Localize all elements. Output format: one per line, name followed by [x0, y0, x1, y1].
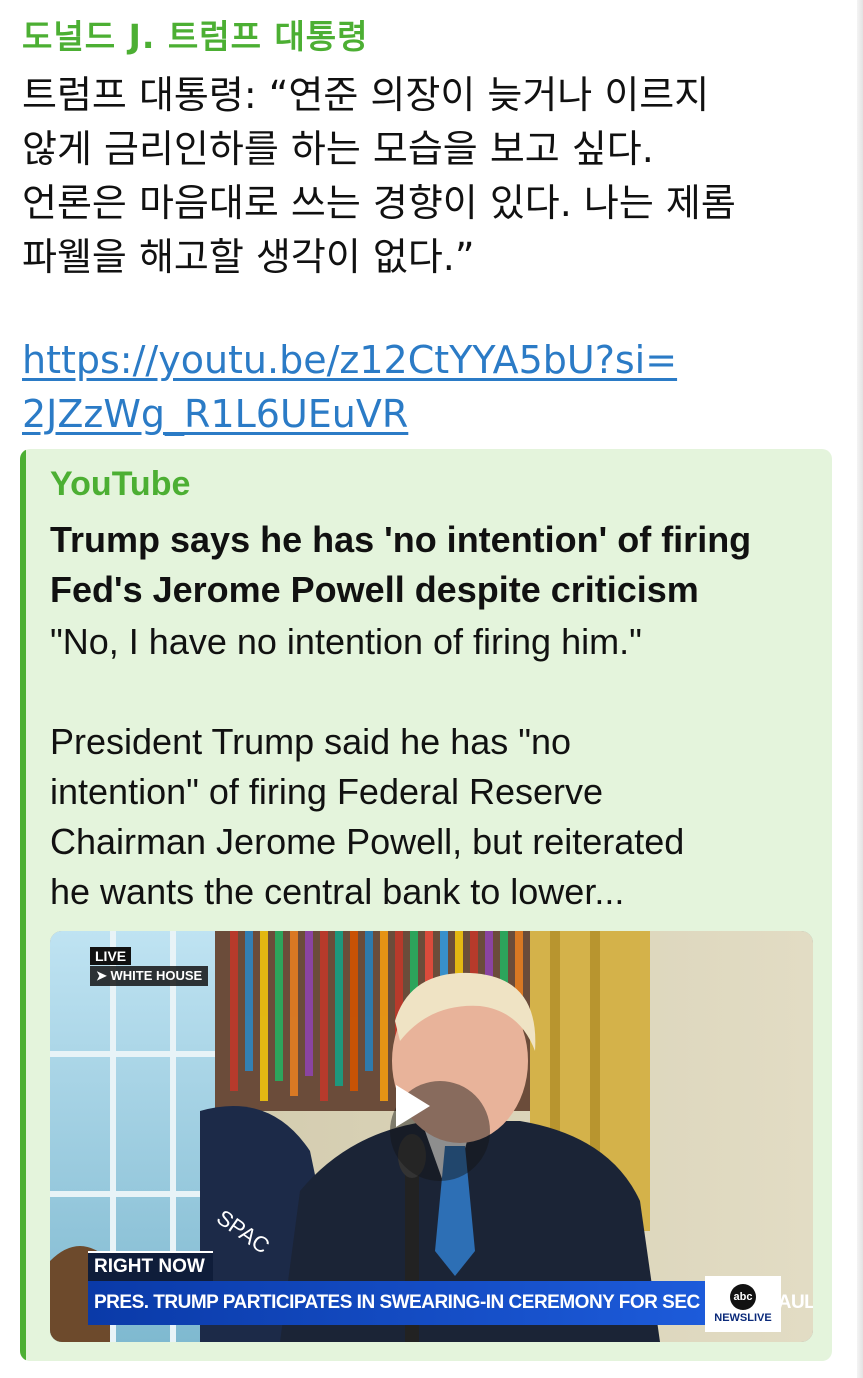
- preview-description: "No, I have no intention of firing him."…: [50, 617, 810, 917]
- abc-logo: abc: [730, 1284, 756, 1310]
- play-button[interactable]: [390, 1081, 490, 1181]
- video-thumbnail[interactable]: SPAC LIVE ➤ WHITE HOUSE RIGHT NOW PRES. …: [50, 931, 813, 1342]
- message-line: 파웰을 해고할 생각이 없다.”: [22, 235, 475, 279]
- message-line: 트럼프 대통령: “연준 의장이 늦거나 이르지: [22, 73, 710, 117]
- network-name: NEWSLIVE: [714, 1312, 772, 1324]
- preview-desc-line: Chairman Jerome Powell, but reiterated: [50, 821, 685, 862]
- link-line[interactable]: 2JZzWg_R1L6UEuVR: [22, 387, 677, 441]
- message-text: 트럼프 대통령: “연준 의장이 늦거나 이르지 않게 금리인하를 하는 모습을…: [22, 68, 842, 284]
- preview-site-name: YouTube: [50, 465, 191, 503]
- preview-accent-bar: [20, 449, 26, 1361]
- bubble-edge: [857, 0, 863, 1378]
- network-logo: abc NEWSLIVE: [705, 1276, 781, 1332]
- sender-name[interactable]: 도널드 J. 트럼프 대통령: [22, 10, 369, 58]
- preview-desc-line: intention" of firing Federal Reserve: [50, 771, 604, 812]
- link-preview-card[interactable]: YouTube Trump says he has 'no intention'…: [20, 449, 832, 1361]
- preview-title-line: Fed's Jerome Powell despite criticism: [50, 569, 699, 610]
- location-badge: ➤ WHITE HOUSE: [90, 966, 209, 986]
- message-bubble: 도널드 J. 트럼프 대통령 트럼프 대통령: “연준 의장이 늦거나 이르지 …: [0, 0, 863, 1378]
- message-line: 언론은 마음대로 쓰는 경향이 있다. 나는 제롬: [22, 181, 736, 225]
- preview-desc-line: he wants the central bank to lower...: [50, 871, 625, 912]
- message-line: 않게 금리인하를 하는 모습을 보고 싶다.: [22, 127, 654, 171]
- live-badge: LIVE: [90, 947, 132, 965]
- right-now-label: RIGHT NOW: [88, 1251, 213, 1281]
- news-ticker: PRES. TRUMP PARTICIPATES IN SWEARING-IN …: [88, 1281, 813, 1325]
- preview-desc-line: President Trump said he has "no: [50, 721, 572, 762]
- preview-title-line: Trump says he has 'no intention' of firi…: [50, 519, 752, 560]
- preview-desc-line: "No, I have no intention of firing him.": [50, 621, 642, 662]
- link-line[interactable]: https://youtu.be/z12CtYYA5bU?si=: [22, 333, 677, 387]
- preview-title: Trump says he has 'no intention' of firi…: [50, 515, 810, 615]
- youtube-link[interactable]: https://youtu.be/z12CtYYA5bU?si= 2JZzWg_…: [22, 333, 677, 441]
- play-icon: [396, 1085, 430, 1127]
